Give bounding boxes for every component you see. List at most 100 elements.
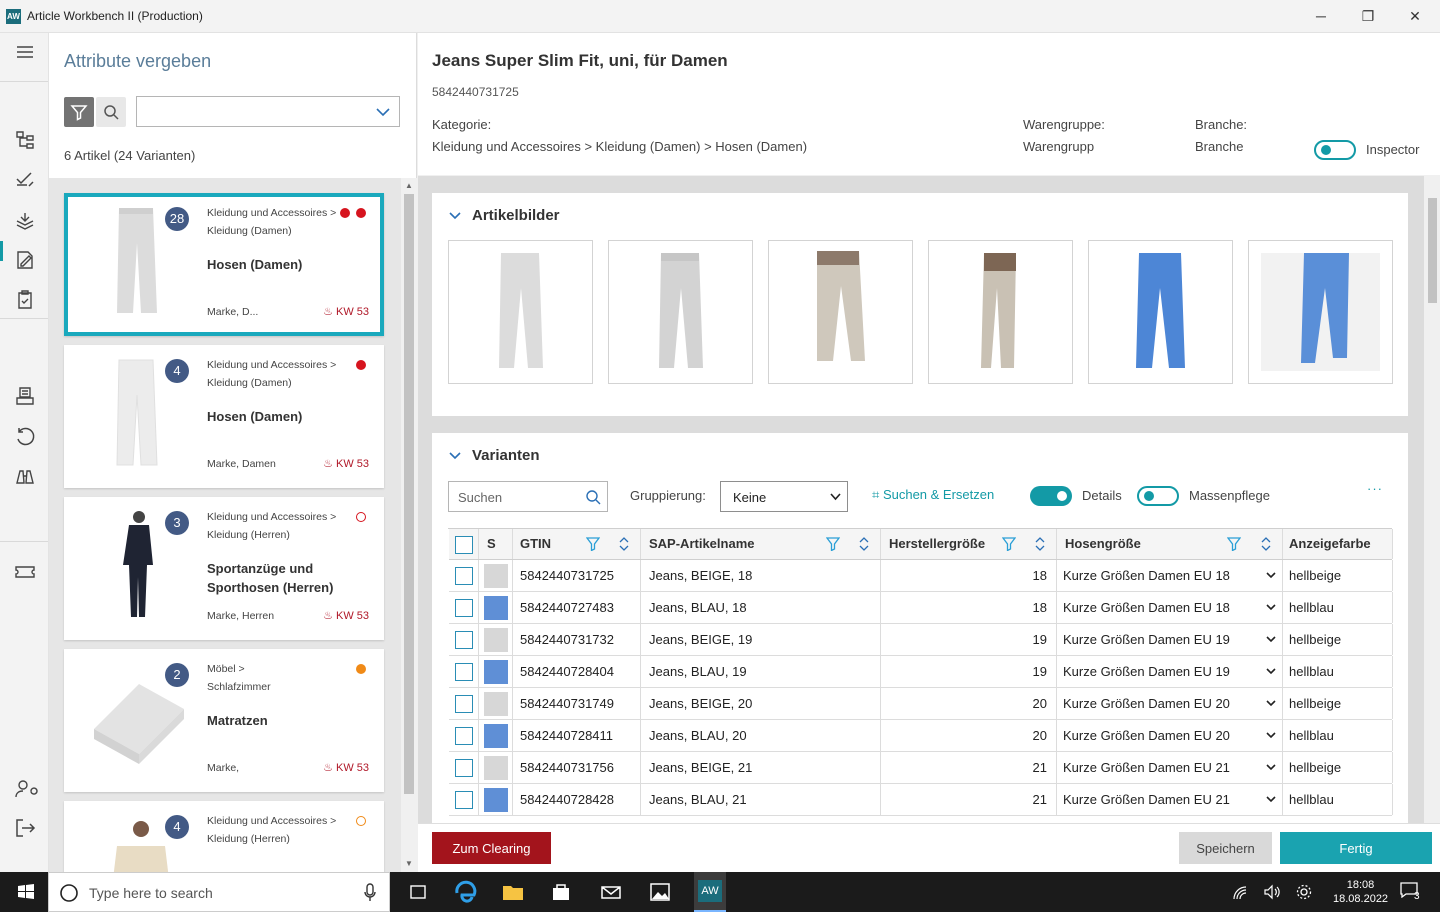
sap-name-cell[interactable]: Jeans, BLAU, 20: [641, 720, 881, 751]
gtin-cell[interactable]: 5842440727483: [513, 592, 641, 623]
minimize-button[interactable]: ─: [1298, 0, 1344, 32]
filter-toggle-button[interactable]: [64, 97, 94, 127]
hierarchy-icon[interactable]: [12, 127, 38, 153]
sort-icon[interactable]: [1035, 536, 1045, 552]
sap-name-cell[interactable]: Jeans, BEIGE, 21: [641, 752, 881, 783]
article-image-tile[interactable]: [1248, 240, 1393, 384]
clipboard-check-icon[interactable]: [12, 287, 38, 313]
row-checkbox[interactable]: [455, 695, 473, 713]
windows-start-icon[interactable]: [12, 878, 40, 906]
settings-gear-icon[interactable]: [1295, 883, 1313, 901]
inspector-toggle[interactable]: [1314, 140, 1356, 160]
hosengroesse-select[interactable]: Kurze Größen Damen EU 19: [1057, 656, 1283, 687]
user-settings-icon[interactable]: [12, 776, 38, 802]
done-button[interactable]: Fertig: [1280, 832, 1432, 864]
article-image-tile[interactable]: [928, 240, 1073, 384]
column-header-hosengroesse[interactable]: Hosengröße: [1057, 529, 1283, 559]
article-card[interactable]: 2 Möbel > Schlafzimmer Matratzen Marke, …: [64, 649, 384, 792]
hosengroesse-select[interactable]: Kurze Größen Damen EU 21: [1057, 752, 1283, 783]
anzeigefarbe-cell[interactable]: hellblau: [1283, 592, 1393, 623]
attribute-assign-icon[interactable]: [12, 208, 38, 234]
sap-name-cell[interactable]: Jeans, BEIGE, 20: [641, 688, 881, 719]
task-view-icon[interactable]: [404, 878, 432, 906]
column-header-gtin[interactable]: GTIN: [513, 529, 641, 559]
store-icon[interactable]: [547, 878, 575, 906]
ticket-icon[interactable]: [12, 559, 38, 585]
article-image-tile[interactable]: [768, 240, 913, 384]
binoculars-icon[interactable]: [12, 463, 38, 489]
hosengroesse-select[interactable]: Kurze Größen Damen EU 20: [1057, 720, 1283, 751]
row-checkbox[interactable]: [455, 791, 473, 809]
search-replace-link[interactable]: ⌗ Suchen & Ersetzen: [872, 487, 994, 503]
variant-row[interactable]: 5842440731732 Jeans, BEIGE, 19 19 Kurze Grö…: [449, 624, 1393, 656]
sap-name-cell[interactable]: Jeans, BLAU, 19: [641, 656, 881, 687]
row-checkbox[interactable]: [455, 663, 473, 681]
inbox-stack-icon[interactable]: [12, 383, 38, 409]
article-image-tile[interactable]: [1088, 240, 1233, 384]
edge-browser-icon[interactable]: [452, 878, 480, 906]
herstellergroesse-cell[interactable]: 19: [881, 656, 1057, 687]
sap-name-cell[interactable]: Jeans, BLAU, 18: [641, 592, 881, 623]
collapse-chevron-icon[interactable]: [449, 212, 461, 220]
article-card[interactable]: 4 Kleidung und Accessoires > Kleidung (H…: [64, 801, 384, 872]
column-header-s[interactable]: S: [479, 529, 513, 559]
undo-history-icon[interactable]: [12, 423, 38, 449]
article-card[interactable]: 4 Kleidung und Accessoires > Kleidung (D…: [64, 345, 384, 488]
maximize-button[interactable]: ❐: [1345, 0, 1391, 32]
double-check-icon[interactable]: [12, 167, 38, 193]
herstellergroesse-cell[interactable]: 20: [881, 720, 1057, 751]
edit-document-icon[interactable]: [12, 247, 38, 273]
anzeigefarbe-cell[interactable]: hellbeige: [1283, 752, 1393, 783]
variant-row[interactable]: 5842440728411 Jeans, BLAU, 20 20 Kurze Größ…: [449, 720, 1393, 752]
collapse-chevron-icon[interactable]: [449, 452, 461, 460]
logout-icon[interactable]: [12, 815, 38, 841]
taskbar-search-box[interactable]: Type here to search: [48, 872, 390, 912]
gtin-cell[interactable]: 5842440731756: [513, 752, 641, 783]
herstellergroesse-cell[interactable]: 20: [881, 688, 1057, 719]
hosengroesse-select[interactable]: Kurze Größen Damen EU 18: [1057, 560, 1283, 591]
notification-center[interactable]: 3: [1400, 882, 1422, 902]
variant-row[interactable]: 5842440728428 Jeans, BLAU, 21 21 Kurze Größ…: [449, 784, 1393, 816]
gtin-cell[interactable]: 5842440731749: [513, 688, 641, 719]
row-checkbox[interactable]: [455, 567, 473, 585]
column-header-herstellergroesse[interactable]: Herstellergröße: [881, 529, 1057, 559]
filter-icon[interactable]: [1002, 537, 1016, 551]
anzeigefarbe-cell[interactable]: hellblau: [1283, 720, 1393, 751]
hosengroesse-select[interactable]: Kurze Größen Damen EU 18: [1057, 592, 1283, 623]
content-scrollbar[interactable]: [1424, 176, 1440, 823]
mail-icon[interactable]: [597, 878, 625, 906]
variant-row[interactable]: 5842440731756 Jeans, BEIGE, 21 21 Kurze Grö…: [449, 752, 1393, 784]
volume-icon[interactable]: [1263, 884, 1281, 900]
anzeigefarbe-cell[interactable]: hellblau: [1283, 784, 1393, 815]
sort-icon[interactable]: [1261, 536, 1271, 552]
article-card[interactable]: 3 Kleidung und Accessoires > Kleidung (H…: [64, 497, 384, 640]
gtin-cell[interactable]: 5842440728428: [513, 784, 641, 815]
herstellergroesse-cell[interactable]: 18: [881, 592, 1057, 623]
article-list-scrollbar[interactable]: ▲ ▼: [401, 178, 417, 872]
anzeigefarbe-cell[interactable]: hellbeige: [1283, 560, 1393, 591]
massenpflege-toggle[interactable]: [1137, 486, 1179, 506]
network-icon[interactable]: [1232, 885, 1248, 901]
taskbar-aw-app[interactable]: AW: [694, 872, 726, 912]
sort-icon[interactable]: [859, 536, 869, 552]
microphone-icon[interactable]: [363, 883, 377, 903]
scroll-down-icon[interactable]: ▼: [405, 859, 413, 868]
photos-icon[interactable]: [646, 878, 674, 906]
file-explorer-icon[interactable]: [499, 878, 527, 906]
row-checkbox[interactable]: [455, 759, 473, 777]
column-header-anzeigefarbe[interactable]: Anzeigefarbe: [1283, 529, 1393, 559]
search-toggle-button[interactable]: [96, 97, 126, 127]
herstellergroesse-cell[interactable]: 19: [881, 624, 1057, 655]
close-button[interactable]: ✕: [1392, 0, 1438, 32]
gtin-cell[interactable]: 5842440731732: [513, 624, 641, 655]
hosengroesse-select[interactable]: Kurze Größen Damen EU 21: [1057, 784, 1283, 815]
save-button[interactable]: Speichern: [1179, 832, 1272, 864]
hosengroesse-select[interactable]: Kurze Größen Damen EU 19: [1057, 624, 1283, 655]
anzeigefarbe-cell[interactable]: hellbeige: [1283, 688, 1393, 719]
details-toggle[interactable]: [1030, 486, 1072, 506]
more-options-button[interactable]: ···: [1367, 481, 1383, 496]
column-header-sap-name[interactable]: SAP-Artikelname: [641, 529, 881, 559]
gtin-cell[interactable]: 5842440731725: [513, 560, 641, 591]
variant-row[interactable]: 5842440728404 Jeans, BLAU, 19 19 Kurze Größ…: [449, 656, 1393, 688]
herstellergroesse-cell[interactable]: 21: [881, 752, 1057, 783]
